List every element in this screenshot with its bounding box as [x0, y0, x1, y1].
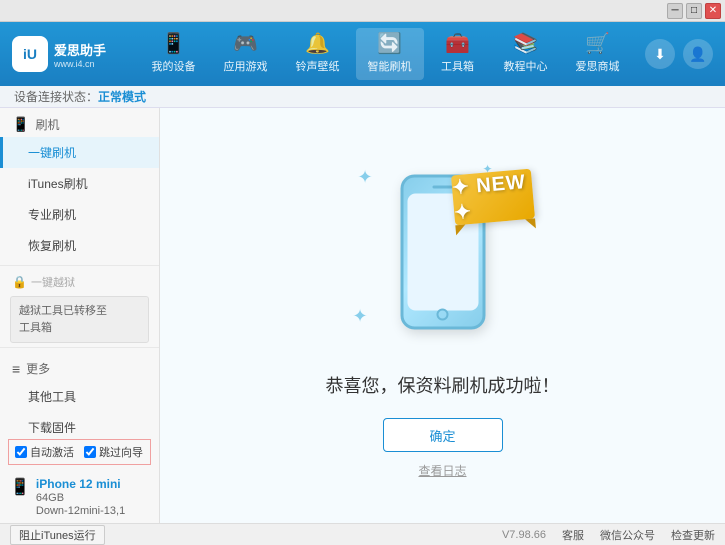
phone-speaker [433, 186, 453, 189]
version-text: V7.98.66 [502, 529, 546, 541]
nav-label: 智能刷机 [368, 58, 412, 74]
device-name: iPhone 12 mini [36, 477, 125, 491]
nav-mall[interactable]: 🛒 爱思商城 [564, 28, 632, 80]
content-area: ✦ ✦ ✦ ✦ NEW ✦ 恭喜您，保资料刷机成功啦！ 确定 查看日志 [160, 108, 725, 523]
device-details: iPhone 12 mini 64GB Down-12mini-13,1 [36, 477, 125, 517]
sidebar-scroll: 📱 刷机 一键刷机 iTunes刷机 专业刷机 恢复刷机 [0, 108, 159, 433]
maximize-btn[interactable]: □ [686, 3, 702, 19]
divider-2 [0, 347, 159, 348]
header-right: ⬇ 👤 [645, 39, 713, 69]
sidebar-section-flash: 📱 刷机 [0, 108, 159, 137]
nav-smart-flash[interactable]: 🔄 智能刷机 [356, 28, 424, 80]
sidebar-item-download-firmware[interactable]: 下载固件 [0, 412, 159, 433]
more-section-label: 更多 [26, 360, 50, 377]
customer-service-link[interactable]: 客服 [562, 527, 584, 543]
logo-name: 爱思助手 [54, 40, 106, 59]
lock-icon: 🔒 [12, 275, 27, 289]
divider-1 [0, 265, 159, 266]
nav-label: 工具箱 [441, 58, 474, 74]
logo-area: iU 爱思助手 www.i4.cn [12, 36, 106, 72]
sparkle-icon-1: ✦ [358, 167, 373, 188]
phone-illustration: ✦ ✦ ✦ ✦ NEW ✦ [343, 152, 543, 352]
more-section-icon: ≡ [12, 361, 20, 377]
close-btn[interactable]: ✕ [705, 3, 721, 19]
skip-wizard-checkbox[interactable] [84, 446, 96, 458]
device-version: Down-12mini-13,1 [36, 505, 125, 517]
nav-label: 教程中心 [504, 58, 548, 74]
mall-icon: 🛒 [585, 34, 610, 54]
logo-icon: iU [12, 36, 48, 72]
flash-section-label: 刷机 [35, 116, 59, 133]
wechat-link[interactable]: 微信公众号 [600, 527, 655, 543]
sidebar-container: 📱 刷机 一键刷机 iTunes刷机 专业刷机 恢复刷机 [0, 108, 159, 523]
device-icon: 📱 [161, 34, 186, 54]
nav-items: 📱 我的设备 🎮 应用游戏 🔔 铃声壁纸 🔄 智能刷机 🧰 工具箱 📚 教程中心… [126, 28, 645, 80]
view-log-link[interactable]: 查看日志 [418, 462, 466, 479]
sidebar: 📱 刷机 一键刷机 iTunes刷机 专业刷机 恢复刷机 [0, 108, 160, 523]
sidebar-item-pro-flash[interactable]: 专业刷机 [0, 199, 159, 230]
nav-label: 应用游戏 [224, 58, 268, 74]
logo-url: www.i4.cn [54, 59, 106, 69]
flash-icon: 🔄 [377, 34, 402, 54]
connection-value: 正常模式 [98, 88, 146, 105]
ringtone-icon: 🔔 [305, 34, 330, 54]
block-itunes-btn[interactable]: 阻止iTunes运行 [10, 525, 105, 545]
sidebar-section-more: ≡ 更多 [0, 352, 159, 381]
sparkle-icon-2: ✦ [353, 306, 368, 327]
check-update-link[interactable]: 检查更新 [671, 527, 715, 543]
device-storage: 64GB [36, 492, 125, 504]
nav-ringtone[interactable]: 🔔 铃声壁纸 [284, 28, 352, 80]
main-wrapper: 📱 刷机 一键刷机 iTunes刷机 专业刷机 恢复刷机 [0, 108, 725, 523]
statusbar-right: V7.98.66 客服 微信公众号 检查更新 [502, 527, 715, 543]
nav-app-game[interactable]: 🎮 应用游戏 [212, 28, 280, 80]
sidebar-subsection-jailbreak: 🔒 一键越狱 [0, 270, 159, 292]
nav-toolbox[interactable]: 🧰 工具箱 [428, 28, 488, 80]
confirm-button[interactable]: 确定 [383, 418, 503, 452]
title-bar: ─ □ ✕ [0, 0, 725, 22]
nav-my-device[interactable]: 📱 我的设备 [140, 28, 208, 80]
minimize-btn[interactable]: ─ [667, 3, 683, 19]
nav-label: 铃声壁纸 [296, 58, 340, 74]
sidebar-item-itunes-flash[interactable]: iTunes刷机 [0, 168, 159, 199]
user-btn[interactable]: 👤 [683, 39, 713, 69]
jailbreak-notice: 越狱工具已转移至 工具箱 [10, 296, 149, 343]
nav-label: 爱思商城 [576, 58, 620, 74]
statusbar: 阻止iTunes运行 V7.98.66 客服 微信公众号 检查更新 [0, 523, 725, 545]
phone-home-btn [437, 309, 449, 321]
logo-text: 爱思助手 www.i4.cn [54, 40, 106, 69]
download-btn[interactable]: ⬇ [645, 39, 675, 69]
nav-label: 我的设备 [152, 58, 196, 74]
tutorial-icon: 📚 [513, 34, 538, 54]
device-info: 📱 iPhone 12 mini 64GB Down-12mini-13,1 [0, 471, 159, 523]
sidebar-item-onekey-flash[interactable]: 一键刷机 [0, 137, 159, 168]
connection-bar: 设备连接状态： 正常模式 [0, 86, 725, 108]
connection-label: 设备连接状态： [14, 88, 98, 105]
success-message: 恭喜您，保资料刷机成功啦！ [326, 372, 560, 398]
device-phone-icon: 📱 [10, 477, 30, 497]
nav-tutorial[interactable]: 📚 教程中心 [492, 28, 560, 80]
toolbox-icon: 🧰 [445, 34, 470, 54]
sidebar-item-other-tools[interactable]: 其他工具 [0, 381, 159, 412]
skip-wizard-label[interactable]: 跳过向导 [84, 444, 143, 460]
flash-section-icon: 📱 [12, 116, 29, 133]
header: iU 爱思助手 www.i4.cn 📱 我的设备 🎮 应用游戏 🔔 铃声壁纸 🔄… [0, 22, 725, 86]
sidebar-item-restore-flash[interactable]: 恢复刷机 [0, 230, 159, 261]
app-icon: 🎮 [233, 34, 258, 54]
statusbar-left: 阻止iTunes运行 [10, 525, 502, 545]
new-badge-text: ✦ NEW ✦ [450, 169, 534, 226]
auto-activate-label[interactable]: 自动激活 [15, 444, 74, 460]
auto-activate-checkbox[interactable] [15, 446, 27, 458]
new-badge: ✦ NEW ✦ [450, 169, 534, 226]
checkbox-row: 自动激活 跳过向导 [8, 439, 151, 465]
